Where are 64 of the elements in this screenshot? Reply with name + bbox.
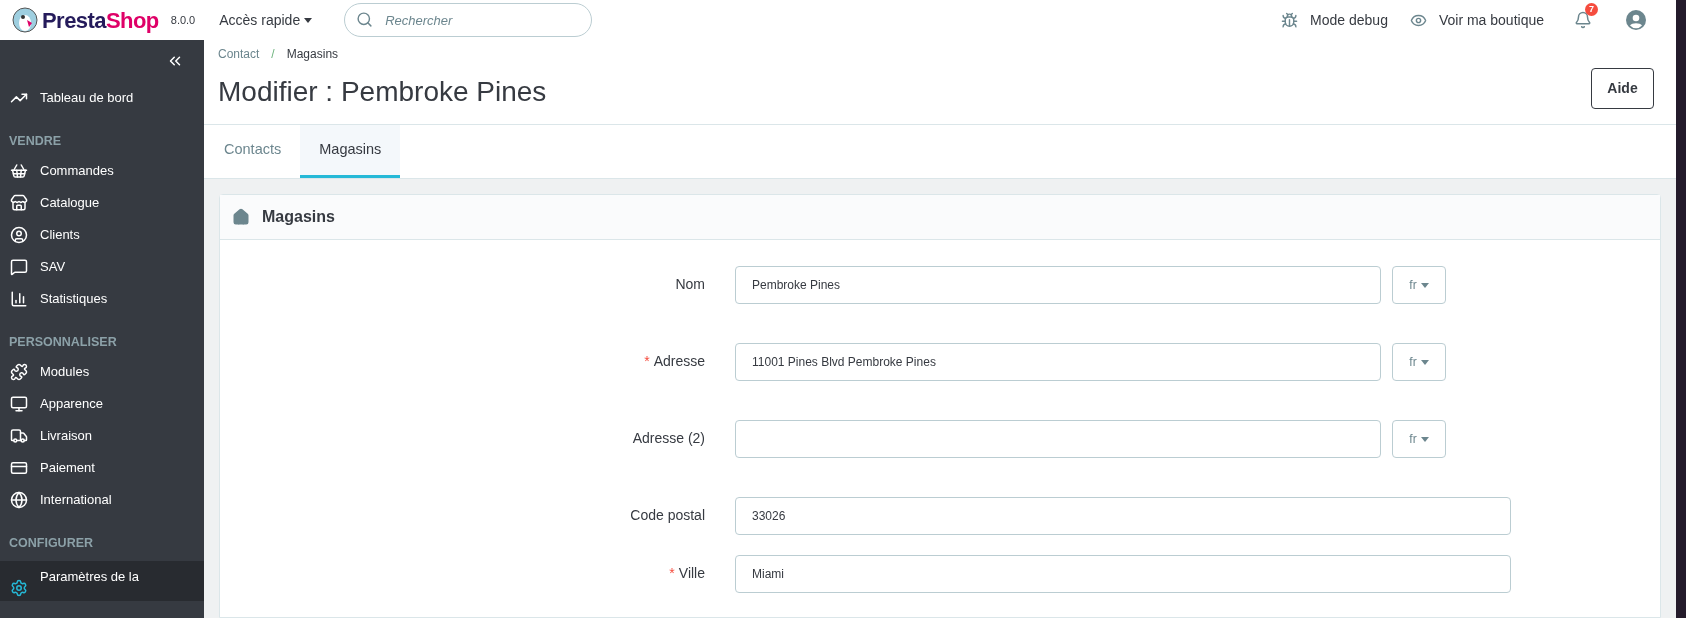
sidebar-item[interactable]: Catalogue: [0, 187, 204, 219]
field-label: Nom: [675, 276, 705, 292]
sidebar-icon: [10, 491, 28, 509]
sidebar-heading: PERSONNALISER: [9, 335, 117, 349]
field-label: * Ville: [669, 565, 705, 581]
field-label: Adresse (2): [632, 430, 705, 446]
search-icon: [356, 11, 374, 28]
panel-title: Magasins: [262, 207, 335, 227]
notifications-icon[interactable]: [1574, 11, 1592, 29]
user-icon[interactable]: [1626, 10, 1646, 30]
search-field[interactable]: Rechercher: [344, 3, 593, 37]
sidebar-heading: VENDRE: [9, 134, 62, 148]
help-button[interactable]: Aide: [1591, 68, 1654, 109]
sidebar-icon: [10, 258, 28, 276]
home-icon: [232, 208, 250, 226]
tab[interactable]: Contacts: [205, 125, 301, 178]
text-field[interactable]: 33026: [735, 497, 1511, 535]
sidebar-icon: [10, 427, 28, 445]
sidebar-item[interactable]: Paiement: [0, 452, 204, 484]
page-title: Modifier : Pembroke Pines: [218, 75, 548, 109]
text-field[interactable]: [735, 420, 1381, 458]
caret-icon: [304, 17, 313, 23]
quick-access-button[interactable]: Accès rapide: [219, 9, 313, 31]
logo-text: PrestaShop: [42, 6, 159, 35]
sidebar-icon: [10, 579, 28, 597]
sidebar-item[interactable]: Commandes: [0, 155, 204, 187]
breadcrumb-current: Magasins: [286, 46, 339, 63]
language-dropdown[interactable]: fr: [1392, 343, 1446, 381]
sidebar-icon: [10, 226, 28, 244]
field-label: * Adresse: [644, 353, 705, 369]
sidebar-icon: [10, 162, 28, 180]
sidebar-item[interactable]: SAV: [0, 251, 204, 283]
sidebar-icon: [10, 290, 28, 308]
sidebar-icon: [10, 459, 28, 477]
notification-badge: 7: [1585, 3, 1598, 16]
breadcrumb-separator: /: [271, 46, 275, 63]
field-label: Code postal: [630, 507, 705, 523]
sidebar-item[interactable]: International: [0, 484, 204, 516]
sidebar-icon: [10, 363, 28, 381]
sidebar-item[interactable]: Livraison: [0, 420, 204, 452]
sidebar-item[interactable]: Clients: [0, 219, 204, 251]
sidebar-item[interactable]: Paramètres de la: [0, 561, 204, 601]
logo-icon: [12, 7, 38, 33]
bug-icon: [1281, 11, 1299, 29]
tab[interactable]: Magasins: [300, 125, 401, 178]
sidebar-item[interactable]: Tableau de bord: [0, 82, 204, 114]
language-dropdown[interactable]: fr: [1392, 266, 1446, 304]
breadcrumb-link[interactable]: Contact: [218, 45, 260, 63]
language-dropdown[interactable]: fr: [1392, 420, 1446, 458]
text-field[interactable]: Miami: [735, 555, 1511, 593]
sidebar-icon: [10, 194, 28, 212]
sidebar-icon: [10, 395, 28, 413]
sidebar-heading: CONFIGURER: [9, 536, 94, 550]
sidebar-item[interactable]: Modules: [0, 356, 204, 388]
text-field[interactable]: 11001 Pines Blvd Pembroke Pines: [735, 343, 1381, 381]
sidebar-item[interactable]: Statistiques: [0, 283, 204, 315]
text-field[interactable]: Pembroke Pines: [735, 266, 1381, 304]
caret-icon: [1420, 436, 1429, 442]
version-label: 8.0.0: [170, 12, 196, 28]
caret-icon: [1420, 282, 1429, 288]
debug-mode-button[interactable]: Mode debug: [1281, 9, 1388, 31]
caret-icon: [1420, 359, 1429, 365]
view-shop-button[interactable]: Voir ma boutique: [1409, 9, 1544, 31]
sidebar-item[interactable]: Apparence: [0, 388, 204, 420]
